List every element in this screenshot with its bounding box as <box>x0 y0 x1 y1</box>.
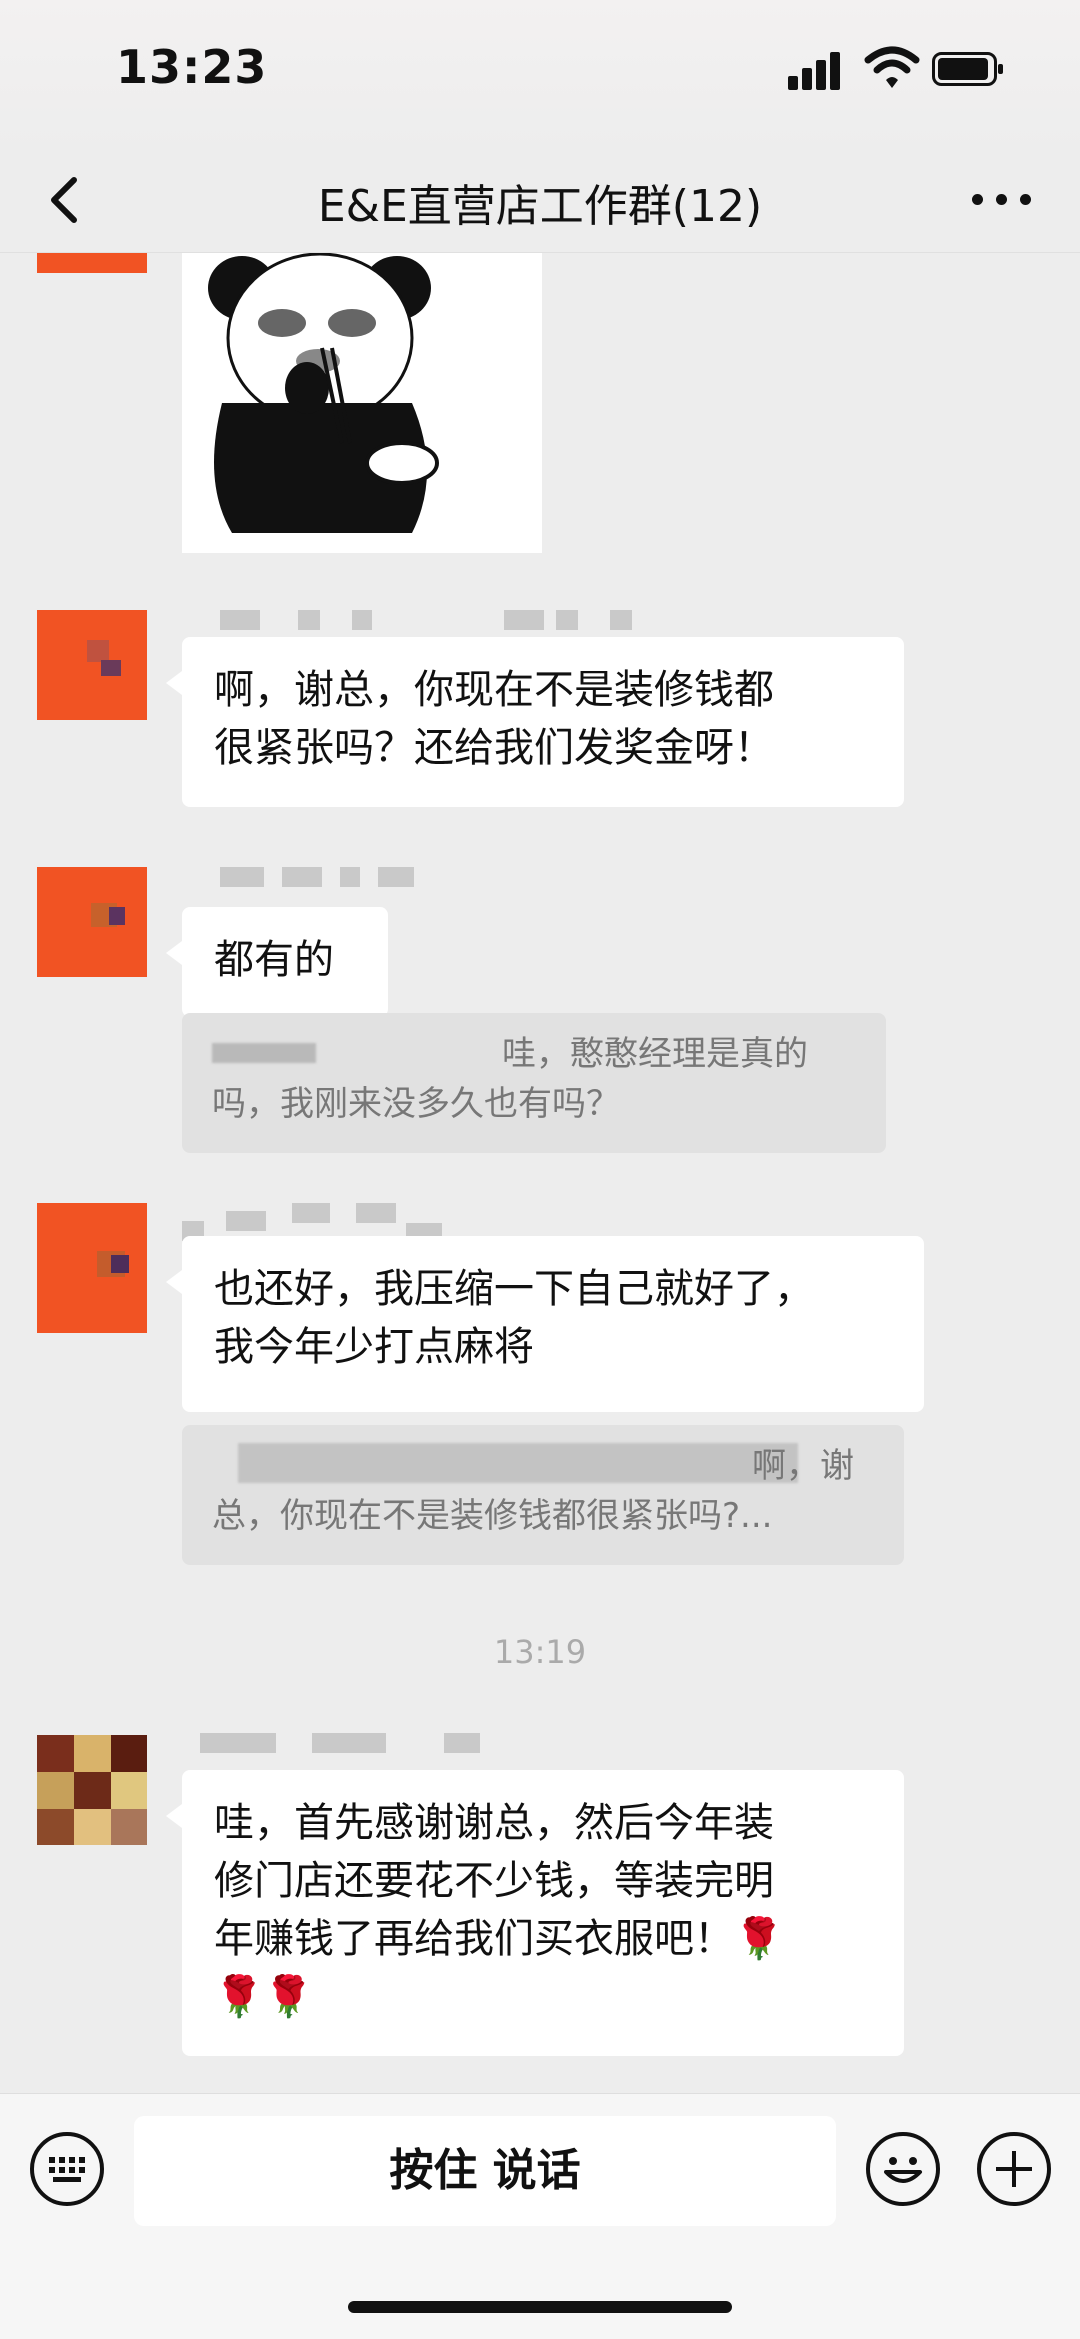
panda-sticker[interactable] <box>182 253 542 553</box>
sender-name-blurred <box>220 867 420 893</box>
quoted-text: 啊，谢 总，你现在不是装修钱都很紧张吗?... <box>212 1446 854 1536</box>
quoted-message[interactable]: 哇，憨憨经理是真的 吗，我刚来没多久也有吗？ <box>182 1013 886 1153</box>
message-bubble[interactable]: 都有的 <box>166 907 388 1017</box>
message-bubble[interactable]: 也还好，我压缩一下自己就好了， 我今年少打点麻将 <box>166 1236 924 1412</box>
avatar[interactable] <box>37 867 147 977</box>
chat-header: E&E直营店工作群(12) <box>0 150 1080 253</box>
home-indicator <box>348 2301 732 2313</box>
plus-icon[interactable] <box>977 2132 1051 2206</box>
message-list[interactable]: 啊，谢总，你现在不是装修钱都 很紧张吗？还给我们发奖金呀！ 都有的 哇，憨憨经理… <box>0 253 1080 2093</box>
emoji-icon[interactable] <box>866 2132 940 2206</box>
status-time: 13:23 <box>116 40 268 94</box>
sender-name-blurred <box>182 1203 442 1243</box>
message-bubble[interactable]: 哇，首先感谢谢总，然后今年装 修门店还要花不少钱，等装完明 年赚钱了再给我们买衣… <box>166 1770 904 2056</box>
signal-icon <box>788 50 844 90</box>
hold-to-talk-button[interactable]: 按住 说话 <box>134 2116 836 2226</box>
avatar[interactable] <box>37 1203 147 1333</box>
keyboard-icon[interactable] <box>30 2132 104 2206</box>
more-icon[interactable] <box>972 190 1032 210</box>
avatar[interactable] <box>37 610 147 720</box>
message-bubble[interactable]: 啊，谢总，你现在不是装修钱都 很紧张吗？还给我们发奖金呀！ <box>166 637 904 807</box>
wifi-icon <box>864 46 920 88</box>
avatar[interactable] <box>37 253 147 273</box>
timestamp: 13:19 <box>493 1633 587 1671</box>
quoted-message[interactable]: 啊，谢 总，你现在不是装修钱都很紧张吗?... <box>182 1425 904 1565</box>
avatar[interactable] <box>37 1735 147 1845</box>
chat-title: E&E直营店工作群(12) <box>317 181 763 232</box>
panda-sticker-image <box>208 253 439 533</box>
battery-icon <box>932 52 1003 86</box>
sender-name-blurred <box>220 610 640 636</box>
quoted-text: 哇，憨憨经理是真的 吗，我刚来没多久也有吗？ <box>212 1034 808 1124</box>
status-bar: 13:23 <box>0 0 1080 150</box>
sender-name-blurred <box>200 1733 500 1759</box>
back-icon[interactable] <box>44 174 84 226</box>
